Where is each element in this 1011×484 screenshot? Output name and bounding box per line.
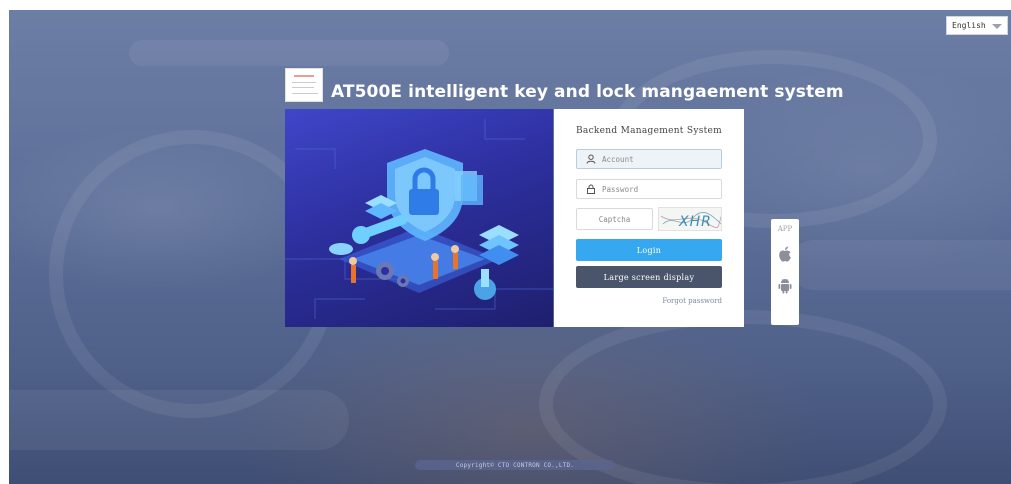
chevron-down-icon [992,24,1002,29]
forgot-password-link[interactable]: Forgot password [662,297,722,305]
captcha-placeholder: Captcha [598,214,631,224]
apple-icon[interactable] [778,246,792,262]
company-logo [285,68,323,102]
app-download-bar: APP [771,219,799,325]
language-select[interactable]: English [946,16,1008,35]
app-label: APP [777,225,793,233]
user-icon [586,154,596,164]
captcha-text: XHR [678,214,712,230]
lock-icon [587,184,595,194]
footer-copyright: Copyright© CTO CONTRON CO.,LTD. [415,460,615,470]
password-input[interactable]: Password [576,179,722,199]
login-panel: Backend Management System Account Passwo… [554,109,744,327]
login-button[interactable]: Login [576,239,722,261]
large-screen-display-button[interactable]: Large screen display [576,266,722,288]
captcha-image[interactable]: XHR [658,207,722,231]
android-icon[interactable] [778,278,792,294]
captcha-input[interactable]: Captcha [576,208,653,230]
account-input[interactable]: Account [576,149,722,169]
page-title: AT500E intelligent key and lock mangaeme… [331,82,844,102]
account-placeholder: Account [602,154,634,164]
password-placeholder: Password [602,184,639,194]
language-select-value: English [952,21,986,30]
hero-illustration [285,109,553,327]
login-panel-title: Backend Management System [575,126,723,136]
